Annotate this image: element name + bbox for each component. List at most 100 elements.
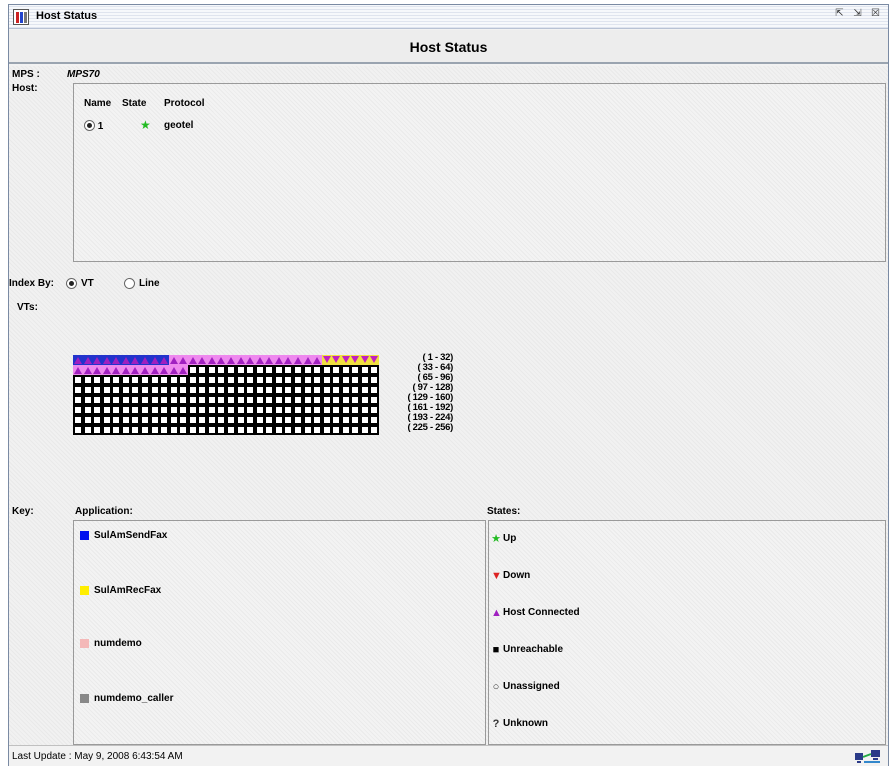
vt-cell-unreachable[interactable] <box>140 395 150 405</box>
vt-cell-unreachable[interactable] <box>92 405 102 415</box>
vt-cell-unreachable[interactable] <box>73 425 83 435</box>
vt-cell-unreachable[interactable] <box>360 425 370 435</box>
vt-cell-unreachable[interactable] <box>303 365 313 375</box>
vt-cell-unreachable[interactable] <box>159 385 169 395</box>
index-by-line-option[interactable]: Line <box>124 278 160 289</box>
vt-cell-unreachable[interactable] <box>341 385 351 395</box>
vt-cell-unreachable[interactable] <box>245 385 255 395</box>
vt-cell-unreachable[interactable] <box>236 395 246 405</box>
vt-cell-unreachable[interactable] <box>322 365 332 375</box>
vt-cell-unreachable[interactable] <box>283 365 293 375</box>
vt-cell-unreachable[interactable] <box>331 385 341 395</box>
vt-cell-unreachable[interactable] <box>274 415 284 425</box>
vt-cell-host-connected[interactable] <box>197 355 207 365</box>
vt-cell-unreachable[interactable] <box>245 365 255 375</box>
vt-cell-unreachable[interactable] <box>121 425 131 435</box>
vt-cell-unreachable[interactable] <box>111 405 121 415</box>
vt-cell-unreachable[interactable] <box>341 405 351 415</box>
vt-cell-unreachable[interactable] <box>283 375 293 385</box>
vt-cell-down[interactable] <box>359 355 370 365</box>
vt-cell-unreachable[interactable] <box>331 405 341 415</box>
vt-cell-unreachable[interactable] <box>159 425 169 435</box>
vt-cell-host-connected[interactable] <box>168 355 179 365</box>
vt-cell-unreachable[interactable] <box>92 385 102 395</box>
vt-cell-host-connected[interactable] <box>111 365 121 375</box>
vt-cell-down[interactable] <box>321 355 332 365</box>
host-select-radio[interactable] <box>84 120 95 131</box>
vt-cell-unreachable[interactable] <box>216 415 226 425</box>
vt-cell-host-connected[interactable] <box>92 355 102 365</box>
vt-cell-host-connected[interactable] <box>120 355 131 365</box>
vt-cell-unreachable[interactable] <box>322 385 332 395</box>
vt-cell-unreachable[interactable] <box>236 425 246 435</box>
vt-cell-unreachable[interactable] <box>293 375 303 385</box>
vt-cell-down[interactable] <box>331 355 341 365</box>
vt-cell-unreachable[interactable] <box>159 375 169 385</box>
close-icon[interactable]: ☒ <box>869 8 882 21</box>
vt-cell-unreachable[interactable] <box>188 405 198 415</box>
vt-cell-unreachable[interactable] <box>312 395 322 405</box>
vt-cell-unreachable[interactable] <box>188 425 198 435</box>
vt-cell-unreachable[interactable] <box>293 365 303 375</box>
vt-cell-unreachable[interactable] <box>264 385 274 395</box>
vt-cell-unreachable[interactable] <box>274 395 284 405</box>
vt-cell-unreachable[interactable] <box>255 405 265 415</box>
vt-cell-host-connected[interactable] <box>283 355 293 365</box>
vt-cell-unreachable[interactable] <box>130 415 140 425</box>
vt-cell-host-connected[interactable] <box>206 355 217 365</box>
vt-cell-host-connected[interactable] <box>139 355 150 365</box>
vt-cell-unreachable[interactable] <box>322 415 332 425</box>
vt-cell-host-connected[interactable] <box>254 355 265 365</box>
vt-cell-host-connected[interactable] <box>149 355 160 365</box>
vt-cell-unreachable[interactable] <box>92 395 102 405</box>
vt-cell-unreachable[interactable] <box>111 395 121 405</box>
vt-cell-unreachable[interactable] <box>159 415 169 425</box>
vt-cell-unreachable[interactable] <box>331 365 341 375</box>
vt-cell-unreachable[interactable] <box>264 365 274 375</box>
vt-cell-unreachable[interactable] <box>283 415 293 425</box>
vt-cell-unreachable[interactable] <box>169 375 179 385</box>
vt-cell-unreachable[interactable] <box>255 415 265 425</box>
vt-cell-unreachable[interactable] <box>73 385 83 395</box>
vt-cell-unreachable[interactable] <box>369 425 379 435</box>
vt-cell-unreachable[interactable] <box>322 405 332 415</box>
vt-cell-unreachable[interactable] <box>360 365 370 375</box>
vt-cell-host-connected[interactable] <box>168 365 179 375</box>
vt-cell-host-connected[interactable] <box>73 365 83 375</box>
vt-cell-unreachable[interactable] <box>255 385 265 395</box>
vt-cell-unreachable[interactable] <box>121 375 131 385</box>
vt-cell-unreachable[interactable] <box>236 365 246 375</box>
vt-cell-unreachable[interactable] <box>207 385 217 395</box>
vt-cell-unreachable[interactable] <box>303 425 313 435</box>
vt-cell-unreachable[interactable] <box>159 395 169 405</box>
vt-cell-unreachable[interactable] <box>303 405 313 415</box>
vt-cell-host-connected[interactable] <box>302 355 313 365</box>
vt-cell-unreachable[interactable] <box>255 365 265 375</box>
vt-cell-unreachable[interactable] <box>73 415 83 425</box>
vt-cell-unreachable[interactable] <box>92 415 102 425</box>
vt-cell-unreachable[interactable] <box>312 375 322 385</box>
vt-cell-down[interactable] <box>369 355 379 365</box>
vt-cell-unreachable[interactable] <box>150 415 160 425</box>
vt-cell-unreachable[interactable] <box>83 385 93 395</box>
vt-cell-unreachable[interactable] <box>303 415 313 425</box>
vt-cell-host-connected[interactable] <box>82 365 93 375</box>
vt-cell-unreachable[interactable] <box>197 405 207 415</box>
vt-cell-unreachable[interactable] <box>102 425 112 435</box>
vt-cell-unreachable[interactable] <box>350 415 360 425</box>
vt-cell-unreachable[interactable] <box>369 375 379 385</box>
vt-cell-unreachable[interactable] <box>102 415 112 425</box>
vt-cell-unreachable[interactable] <box>226 365 236 375</box>
vt-cell-unreachable[interactable] <box>331 375 341 385</box>
vt-cell-host-connected[interactable] <box>159 355 169 365</box>
vt-cell-unreachable[interactable] <box>303 375 313 385</box>
vt-cell-unreachable[interactable] <box>293 385 303 395</box>
vt-cell-unreachable[interactable] <box>92 425 102 435</box>
vt-cell-host-connected[interactable] <box>292 355 303 365</box>
vt-cell-unreachable[interactable] <box>216 365 226 375</box>
vt-cell-host-connected[interactable] <box>120 365 131 375</box>
vt-cell-unreachable[interactable] <box>312 425 322 435</box>
vt-cell-unreachable[interactable] <box>140 405 150 415</box>
vt-cell-host-connected[interactable] <box>178 355 188 365</box>
vt-cell-unreachable[interactable] <box>207 425 217 435</box>
